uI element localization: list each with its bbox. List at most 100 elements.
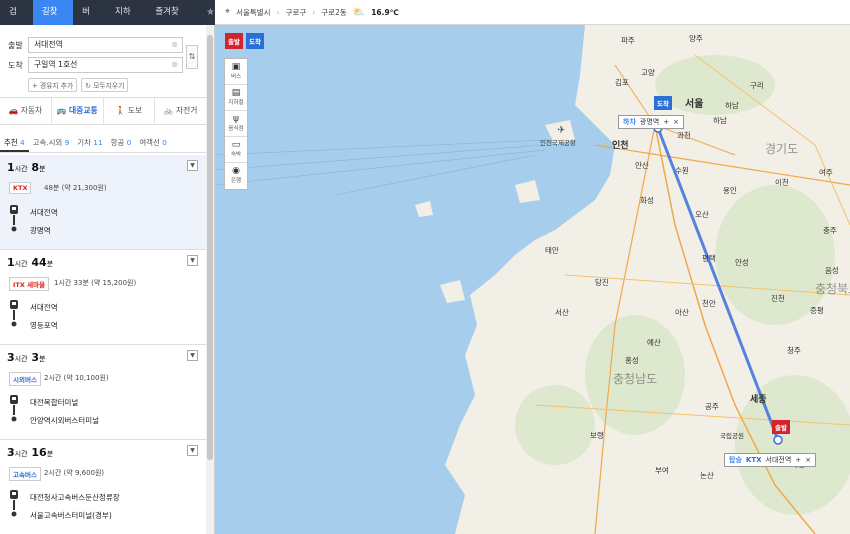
route-duration: 3시간 16분	[7, 446, 53, 459]
clear-all-button[interactable]: ↻ 모두지우기	[81, 78, 129, 92]
route-result[interactable]: 3시간 3분 ▼ 시외버스 2시간 (약 10,100원) 대전복합터미널 안양…	[0, 345, 206, 440]
route-result[interactable]: 1시간 44분 ▼ ITX 새마을 1시간 33분 (약 15,200원) 서대…	[0, 250, 206, 345]
minutes-unit: 분	[46, 260, 54, 268]
map-label: 이천	[775, 178, 789, 187]
panel-scrollbar[interactable]	[206, 25, 214, 534]
dest-input[interactable]: 구일역 1호선 ⊗	[28, 57, 183, 73]
tab-recommended[interactable]: 추천 4	[0, 133, 29, 152]
plus-icon[interactable]: +	[795, 454, 801, 466]
location-city[interactable]: 서울특별시	[236, 7, 271, 18]
tab-search[interactable]: 검색	[0, 0, 33, 42]
chevron-down-icon[interactable]: ▼	[187, 350, 198, 361]
map-label: 수원	[675, 166, 689, 175]
tab-bus[interactable]: 버스	[73, 0, 106, 42]
stop-to[interactable]: 안양역시외버스터미널	[30, 415, 99, 426]
tab-directions[interactable]: 길찾기	[32, 0, 74, 42]
tool-label: 음식점	[228, 126, 244, 132]
map-label: 아산	[675, 308, 689, 317]
tab-train[interactable]: 기차 11	[73, 133, 106, 152]
chevron-down-icon[interactable]: ▼	[187, 255, 198, 266]
top-nav: 검색 길찾기 버스 지하철 즐겨찾기 ★	[0, 0, 215, 42]
origin-input[interactable]: 서대전역 ⊗	[28, 37, 183, 53]
chevron-down-icon[interactable]: ▼	[187, 160, 198, 171]
stop-from[interactable]: 대전복합터미널	[30, 397, 78, 408]
clear-all-label: 모두지우기	[93, 82, 125, 90]
tab-express-bus[interactable]: 고속.시외 9	[29, 133, 74, 152]
cat-label: 항공	[110, 138, 125, 147]
tab-ferry[interactable]: 여객선 0	[135, 133, 170, 152]
route-result[interactable]: 3시간 16분 ▼ 고속버스 2시간 (약 9,600원) 대전청사고속버스둔산…	[0, 440, 206, 534]
tab-favorites[interactable]: 즐겨찾기	[146, 0, 194, 42]
cat-count: 4	[19, 138, 25, 147]
walk-icon: 🚶	[115, 106, 128, 115]
temperature: 16.9℃	[371, 7, 399, 17]
tab-subway[interactable]: 지하철	[106, 0, 146, 42]
scrollbar-thumb[interactable]	[207, 35, 213, 460]
departure-callout[interactable]: 탑승 KTX 서대전역 + ×	[724, 453, 817, 467]
map-tools: ▣ 버스 ▤ 지하철 ψ 음식점 ▭ 숙박 ◉ 은행	[224, 58, 248, 190]
callout-tag: 하차	[623, 118, 636, 126]
mode-car[interactable]: 🚗 자동차	[0, 98, 52, 124]
mode-bike[interactable]: 🚲 자전거	[155, 98, 206, 124]
map-label: 청주	[787, 346, 801, 355]
clear-dest-icon[interactable]: ⊗	[171, 58, 178, 72]
tool-subway[interactable]: ▤ 지하철	[225, 85, 247, 111]
add-waypoint-button[interactable]: + 경유지 추가	[28, 78, 78, 92]
tool-bank[interactable]: ◉ 은행	[225, 163, 247, 189]
route-result[interactable]: 1시간 8분 ▼ KTX 48분 (약 21,300원) 서대전역 광명역	[0, 155, 206, 250]
star-icon[interactable]: ★	[194, 0, 215, 25]
location-target-icon[interactable]: ⌖	[225, 7, 230, 17]
map-view[interactable]: 파주 양주 김포 고양 서울 하남 과천 인천 안산 수원 용인 이천 여주 화…	[215, 25, 850, 534]
callout-station: 서대전역	[765, 456, 792, 464]
stop-to[interactable]: 서울고속버스터미널(경부)	[30, 510, 112, 521]
map-label: 음성	[825, 266, 839, 275]
minutes-unit: 분	[46, 450, 54, 458]
route-duration: 3시간 3분	[7, 351, 46, 364]
route-info: 2시간 (약 10,100원)	[44, 374, 109, 382]
map-label: 서울	[685, 99, 704, 110]
airport-icon: ✈	[557, 125, 566, 136]
close-icon[interactable]: ×	[805, 454, 811, 466]
tool-lodging[interactable]: ▭ 숙박	[225, 137, 247, 163]
dest-flag: 도착	[654, 96, 672, 110]
set-start-button[interactable]: 출발	[225, 33, 243, 49]
tool-bus[interactable]: ▣ 버스	[225, 59, 247, 85]
location-district[interactable]: 구로구	[286, 7, 307, 18]
close-icon[interactable]: ×	[673, 116, 679, 128]
stop-to[interactable]: 광명역	[30, 225, 51, 236]
end-dot-icon	[9, 225, 19, 234]
origin-row: 출발 서대전역 ⊗	[8, 37, 183, 53]
map-label: 보령	[590, 431, 604, 440]
map-label: 과천	[677, 131, 691, 140]
cat-label: 고속.시외	[32, 138, 63, 147]
route-info: 48분 (약 21,300원)	[44, 184, 107, 192]
stop-from[interactable]: 서대전역	[30, 302, 58, 313]
transit-tag: 시외버스	[9, 372, 41, 386]
tab-air[interactable]: 항공 0	[107, 133, 136, 152]
stop-from[interactable]: 서대전역	[30, 207, 58, 218]
end-dot-icon	[9, 320, 19, 329]
mode-walk[interactable]: 🚶 도보	[104, 98, 156, 124]
swap-icon[interactable]: ⇅	[186, 45, 198, 69]
end-dot-icon	[9, 510, 19, 519]
hours: 1	[7, 256, 15, 269]
arrival-callout[interactable]: 하차 광명역 + ×	[618, 115, 684, 129]
map-label: 충청북도	[815, 282, 850, 296]
minutes-unit: 분	[39, 165, 46, 173]
clear-origin-icon[interactable]: ⊗	[171, 38, 178, 52]
mode-bike-label: 자전거	[175, 106, 198, 115]
location-dong[interactable]: 구로2동	[321, 7, 346, 18]
chevron-down-icon[interactable]: ▼	[187, 445, 198, 456]
route-duration: 1시간 8분	[7, 161, 46, 174]
set-end-button[interactable]: 도착	[245, 33, 264, 49]
stop-to[interactable]: 영등포역	[30, 320, 58, 331]
partly-cloudy-icon: ⛅	[352, 6, 366, 18]
map-label: 평택	[702, 254, 716, 263]
car-icon: 🚗	[8, 106, 21, 115]
mode-transit[interactable]: 🚌 대중교통	[52, 98, 104, 124]
plus-icon[interactable]: +	[663, 116, 669, 128]
map-label: 고양	[641, 68, 655, 77]
stop-from[interactable]: 대전청사고속버스둔산정류장	[30, 492, 120, 503]
tool-restaurant[interactable]: ψ 음식점	[225, 111, 247, 137]
map-label: 안성	[735, 258, 749, 267]
